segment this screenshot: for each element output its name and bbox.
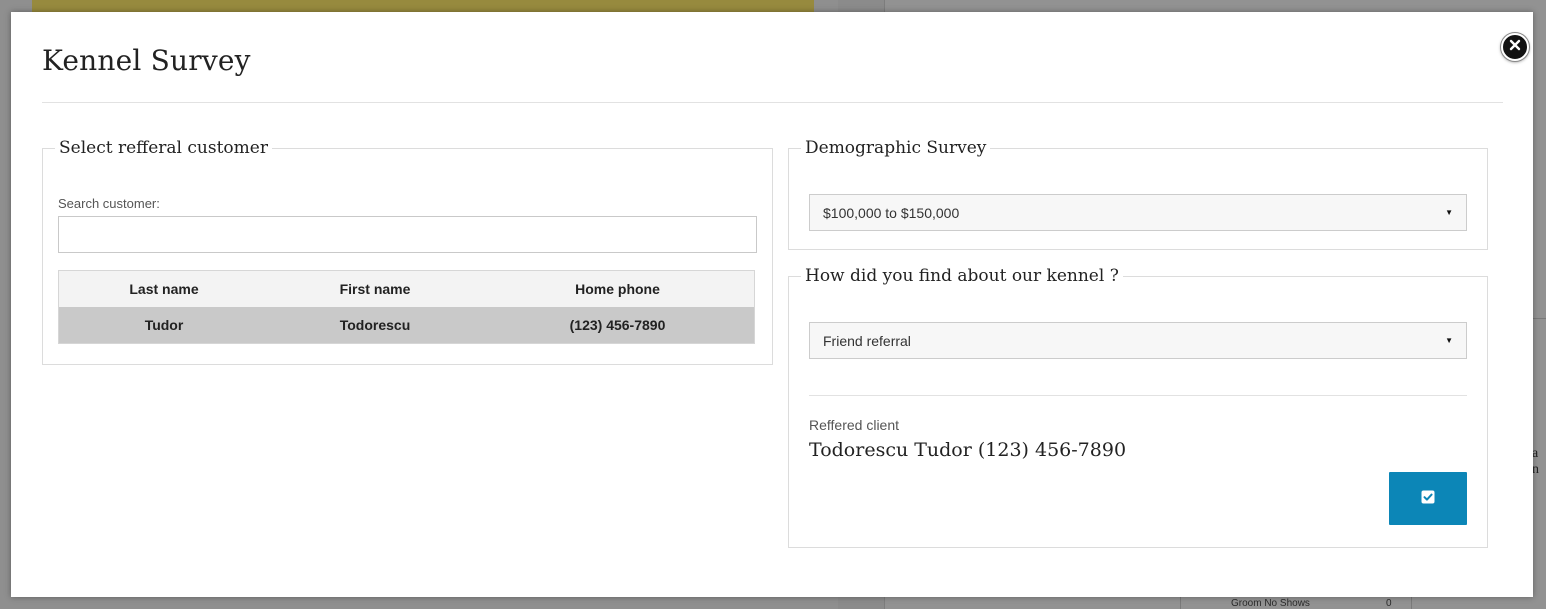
customer-table-header: Last name First name Home phone bbox=[58, 270, 755, 307]
checkbox-check-icon bbox=[1421, 490, 1435, 507]
referral-source-legend: How did you find about our kennel ? bbox=[805, 266, 1119, 286]
cell-home-phone: (123) 456-7890 bbox=[481, 307, 755, 344]
referral-source-section: How did you find about our kennel ? Frie… bbox=[788, 266, 1488, 548]
caret-down-icon: ▼ bbox=[1445, 336, 1453, 345]
search-customer-input[interactable] bbox=[58, 216, 757, 253]
customer-table: Last name First name Home phone Tudor To… bbox=[58, 270, 755, 344]
background-text-fragment: a n bbox=[1532, 446, 1539, 477]
background-yellow-bar bbox=[32, 0, 814, 12]
column-header-last-name[interactable]: Last name bbox=[58, 270, 269, 307]
cell-first-name: Todorescu bbox=[269, 307, 481, 344]
demographic-survey-section: Demographic Survey $100,000 to $150,000 … bbox=[788, 138, 1488, 250]
column-header-home-phone[interactable]: Home phone bbox=[481, 270, 755, 307]
background-divider bbox=[1533, 318, 1546, 319]
search-customer-label: Search customer: bbox=[58, 196, 160, 211]
referred-client-value: Todorescu Tudor (123) 456-7890 bbox=[809, 439, 1127, 461]
background-groom-count: 0 bbox=[1386, 598, 1392, 609]
column-header-first-name[interactable]: First name bbox=[269, 270, 481, 307]
modal-title: Kennel Survey bbox=[42, 44, 251, 77]
demographic-section-legend: Demographic Survey bbox=[805, 138, 987, 158]
income-range-select[interactable]: $100,000 to $150,000 ▼ bbox=[809, 194, 1467, 231]
referral-source-value: Friend referral bbox=[823, 332, 911, 349]
section-divider bbox=[809, 395, 1467, 396]
title-divider bbox=[42, 102, 1503, 103]
close-button[interactable] bbox=[1501, 33, 1529, 61]
referral-source-select[interactable]: Friend referral ▼ bbox=[809, 322, 1467, 359]
caret-down-icon: ▼ bbox=[1445, 208, 1453, 217]
kennel-survey-modal: Kennel Survey Select refferal customer S… bbox=[11, 12, 1533, 597]
income-range-value: $100,000 to $150,000 bbox=[823, 204, 960, 221]
referral-customer-section: Select refferal customer Search customer… bbox=[42, 138, 773, 365]
cell-last-name: Tudor bbox=[58, 307, 269, 344]
customer-row[interactable]: Tudor Todorescu (123) 456-7890 bbox=[58, 307, 755, 344]
confirm-button[interactable] bbox=[1389, 472, 1467, 525]
referred-client-label: Reffered client bbox=[809, 417, 900, 433]
referral-section-legend: Select refferal customer bbox=[59, 138, 268, 158]
background-groom-label: Groom No Shows bbox=[1231, 598, 1310, 609]
close-icon bbox=[1509, 38, 1521, 56]
